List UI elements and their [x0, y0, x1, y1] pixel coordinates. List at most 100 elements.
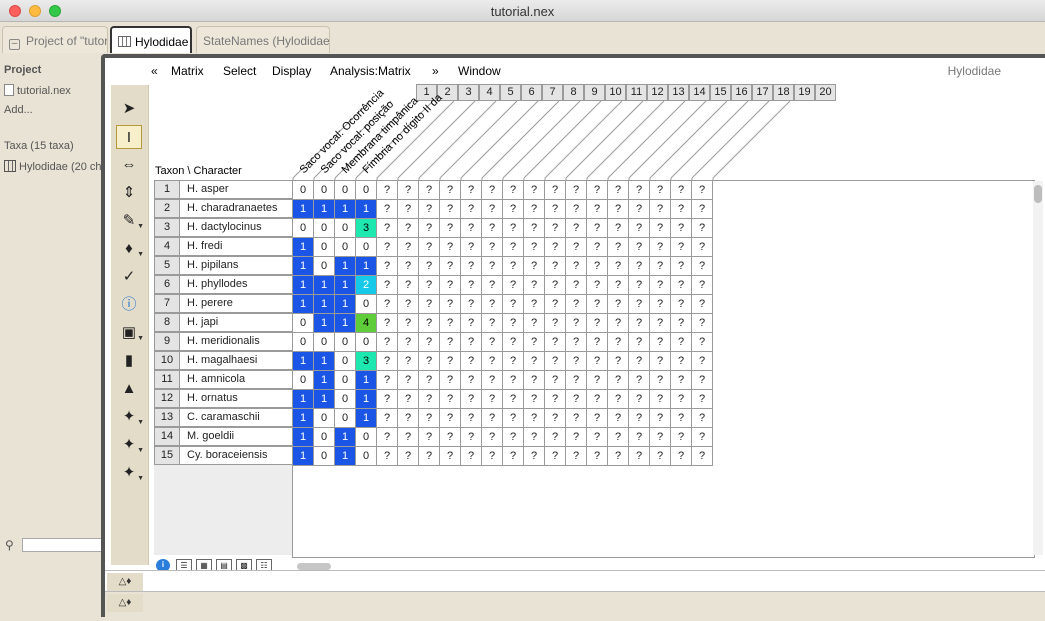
matrix-cell[interactable]: ?	[419, 428, 440, 447]
matrix-cell[interactable]: ?	[524, 447, 545, 466]
matrix-cell[interactable]: ?	[566, 371, 587, 390]
project-file-item[interactable]: tutorial.nex	[4, 84, 71, 97]
matrix-cell[interactable]: ?	[671, 219, 692, 238]
taxon-name[interactable]: H. pipilans	[180, 256, 293, 275]
matrix-cell[interactable]: ?	[482, 276, 503, 295]
taxon-row[interactable]: 2 H. charadranaetes	[154, 199, 293, 218]
matrix-cell[interactable]: ?	[545, 390, 566, 409]
matrix-cell[interactable]: 0	[335, 390, 356, 409]
matrix-cell[interactable]: 0	[314, 428, 335, 447]
matrix-cell[interactable]: 0	[314, 447, 335, 466]
matrix-cell[interactable]: ?	[419, 200, 440, 219]
matrix-cell[interactable]: ?	[377, 257, 398, 276]
matrix-cell[interactable]: ?	[566, 257, 587, 276]
menu-matrix[interactable]: Matrix	[171, 64, 204, 78]
matrix-cell[interactable]: ?	[440, 371, 461, 390]
matrix-cell[interactable]: 1	[356, 257, 377, 276]
taxon-row[interactable]: 14 M. goeldii	[154, 427, 293, 446]
matrix-cell[interactable]: ?	[461, 219, 482, 238]
matrix-cell[interactable]: ?	[440, 333, 461, 352]
matrix-cell[interactable]: ?	[566, 409, 587, 428]
matrix-cell[interactable]: 0	[356, 295, 377, 314]
matrix-cell[interactable]: ?	[545, 219, 566, 238]
matrix-cell[interactable]: 1	[335, 276, 356, 295]
matrix-cell[interactable]: ?	[377, 219, 398, 238]
matrix-cell[interactable]: ?	[419, 276, 440, 295]
matrix-cell[interactable]: ?	[566, 428, 587, 447]
matrix-cell[interactable]: ?	[650, 371, 671, 390]
matrix-cell[interactable]: ?	[461, 181, 482, 200]
tab-statenames[interactable]: StateNames (Hylodidae)	[196, 26, 330, 53]
matrix-cell[interactable]: 0	[356, 333, 377, 352]
matrix-cell[interactable]: ?	[419, 333, 440, 352]
matrix-cell[interactable]: ?	[398, 428, 419, 447]
ibeam-text-icon[interactable]: I	[116, 125, 142, 149]
taxon-row[interactable]: 11 H. amnicola	[154, 370, 293, 389]
taxon-number[interactable]: 5	[154, 256, 180, 275]
eye-triangle-icon[interactable]: △♦	[107, 573, 143, 591]
matrix-cell[interactable]: 0	[356, 238, 377, 257]
matrix-cell[interactable]: 1	[314, 276, 335, 295]
matrix-cell[interactable]: 0	[293, 371, 314, 390]
matrix-cell[interactable]: ?	[692, 428, 713, 447]
matrix-cell[interactable]: ?	[629, 333, 650, 352]
matrix-cell[interactable]: ?	[587, 352, 608, 371]
matrix-cell[interactable]: ?	[629, 219, 650, 238]
matrix-cell[interactable]: ?	[608, 257, 629, 276]
taxon-row[interactable]: 12 H. ornatus	[154, 389, 293, 408]
matrix-cell[interactable]: ?	[608, 390, 629, 409]
matrix-cell[interactable]: ?	[419, 295, 440, 314]
matrix-cell[interactable]: ?	[629, 352, 650, 371]
matrix-cell[interactable]: 1	[293, 409, 314, 428]
matrix-cell[interactable]: ?	[692, 200, 713, 219]
matrix-cell[interactable]: ?	[377, 428, 398, 447]
matrix-cell[interactable]: ?	[587, 314, 608, 333]
matrix-cell[interactable]: ?	[545, 238, 566, 257]
matrix-cell[interactable]: ?	[419, 238, 440, 257]
menu-more[interactable]: »	[432, 64, 439, 78]
matrix-cell[interactable]: ?	[608, 409, 629, 428]
matrix-cell[interactable]: ?	[629, 428, 650, 447]
matrix-cell[interactable]: ?	[377, 333, 398, 352]
matrix-cell[interactable]: ?	[419, 447, 440, 466]
taxon-name[interactable]: H. japi	[180, 313, 293, 332]
matrix-cell[interactable]: ?	[524, 238, 545, 257]
search-input[interactable]	[22, 538, 101, 552]
matrix-cell[interactable]: ?	[629, 257, 650, 276]
matrix-cell[interactable]: ?	[524, 314, 545, 333]
matrix-cell[interactable]: ?	[482, 409, 503, 428]
matrix-cell[interactable]: ?	[461, 428, 482, 447]
taxon-name[interactable]: H. perere	[180, 294, 293, 313]
matrix-cell[interactable]: ?	[482, 295, 503, 314]
matrix-cell[interactable]: ?	[503, 238, 524, 257]
matrix-cell[interactable]: ?	[671, 181, 692, 200]
matrix-cell[interactable]: ?	[650, 390, 671, 409]
matrix-cell[interactable]: ?	[545, 200, 566, 219]
matrix-cell[interactable]: 0	[335, 352, 356, 371]
matrix-cell[interactable]: ?	[398, 238, 419, 257]
taxon-number[interactable]: 7	[154, 294, 180, 313]
matrix-cell[interactable]: ?	[482, 428, 503, 447]
matrix-cell[interactable]: 0	[356, 428, 377, 447]
matrix-cell[interactable]: ?	[650, 219, 671, 238]
vertical-scroll-thumb[interactable]	[1034, 185, 1042, 203]
matrix-cell[interactable]: 1	[314, 200, 335, 219]
matrix-cell[interactable]: ?	[482, 314, 503, 333]
matrix-cell[interactable]: ?	[482, 390, 503, 409]
matrix-cell[interactable]: 1	[293, 428, 314, 447]
matrix-cell[interactable]: ?	[545, 314, 566, 333]
matrix-cell[interactable]: ?	[482, 371, 503, 390]
matrix-cell[interactable]: ?	[692, 314, 713, 333]
matrix-cell[interactable]: ?	[482, 238, 503, 257]
matrix-cell[interactable]: 1	[293, 447, 314, 466]
menu-display[interactable]: Display	[272, 64, 311, 78]
taxon-number[interactable]: 12	[154, 389, 180, 408]
matrix-cell[interactable]: ?	[377, 276, 398, 295]
matrix-cell[interactable]: 1	[356, 371, 377, 390]
matrix-cell[interactable]: ?	[629, 314, 650, 333]
matrix-cell[interactable]: ?	[398, 371, 419, 390]
matrix-cell[interactable]: ?	[377, 314, 398, 333]
matrix-cell[interactable]: ?	[629, 371, 650, 390]
taxon-row[interactable]: 6 H. phyllodes	[154, 275, 293, 294]
menu-analysis-matrix[interactable]: Analysis:Matrix	[330, 64, 411, 78]
